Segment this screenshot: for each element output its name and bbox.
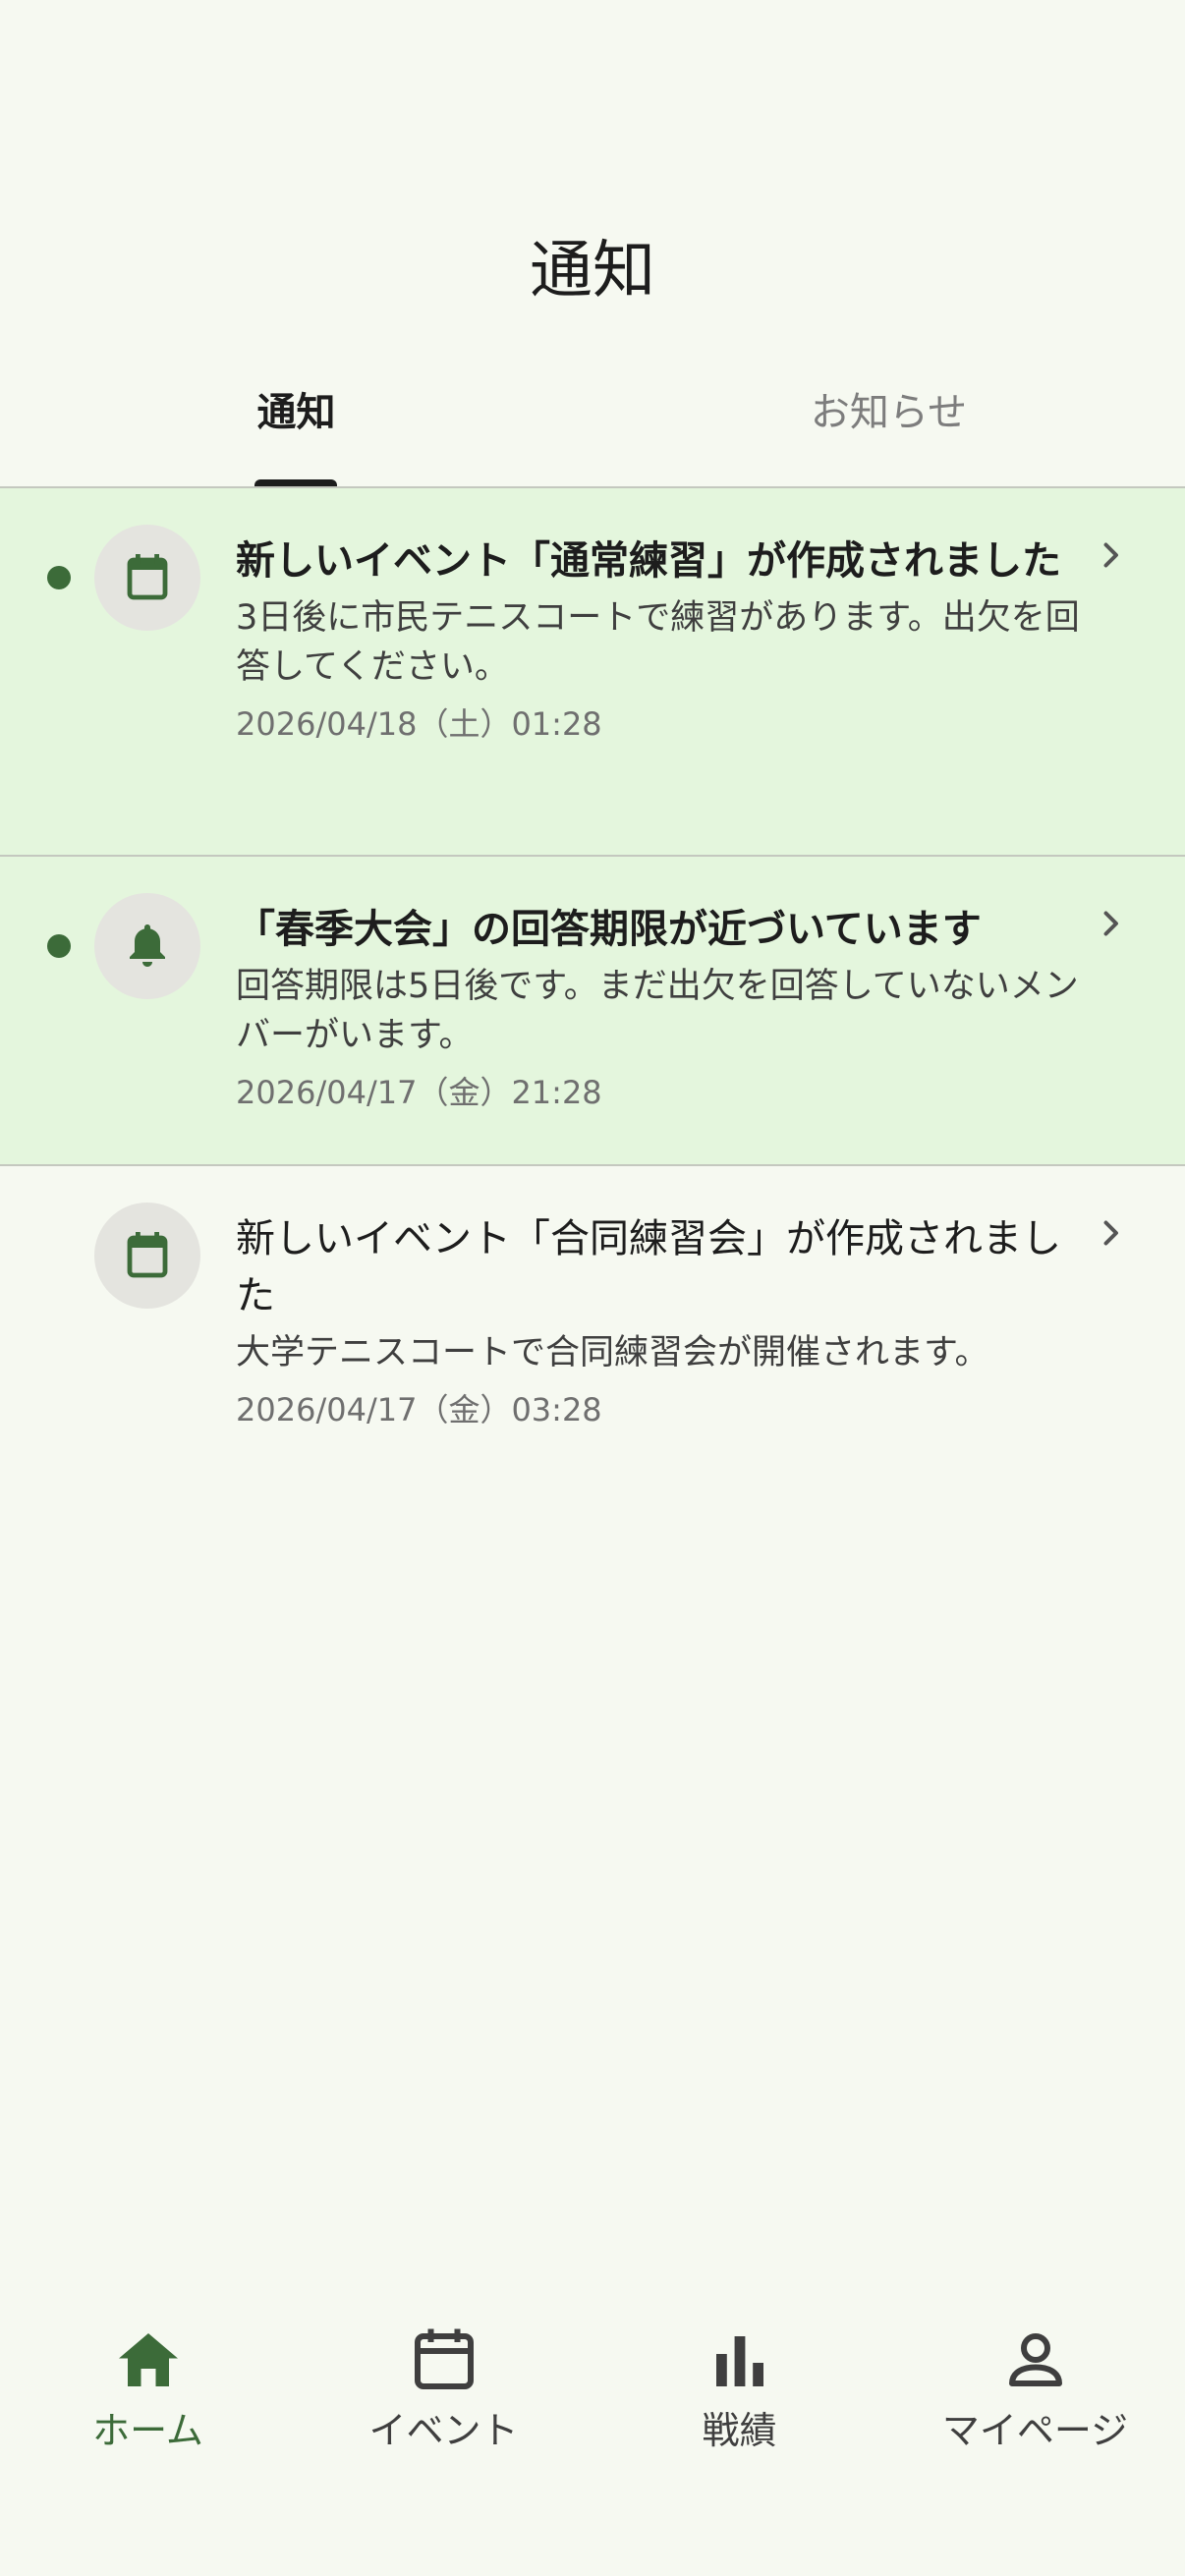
home-icon	[118, 2333, 178, 2386]
nav-stats[interactable]: 戦績	[592, 2324, 887, 2482]
tab-notifications[interactable]: 通知	[0, 364, 592, 487]
calendar-icon	[127, 554, 168, 600]
calendar-icon	[127, 1232, 168, 1278]
nav-mypage-label: マイページ	[941, 2409, 1129, 2452]
bar-chart-icon	[715, 2336, 763, 2386]
bell-icon	[130, 924, 165, 967]
nav-events[interactable]: イベント	[296, 2324, 592, 2482]
notification-body: 回答期限は5日後です。まだ出欠を回答していないメンバーがいます。	[236, 967, 1079, 1055]
notification-body: 大学テニスコートで合同練習会が開催されます。	[236, 1333, 989, 1372]
unread-dot	[47, 566, 71, 589]
notification-avatar	[94, 893, 200, 999]
nav-stats-label: 戦績	[702, 2409, 777, 2452]
chevron-right-icon	[1103, 542, 1118, 568]
notification-title: 新しいイベント「合同練習会」が作成されました	[236, 1216, 1061, 1318]
unread-dot	[47, 934, 71, 958]
nav-home-label: ホーム	[92, 2409, 203, 2452]
notification-date: 2026/04/18（土）01:28	[236, 705, 602, 743]
notification-avatar	[94, 525, 200, 631]
notification-avatar	[94, 1203, 200, 1309]
notification-date: 2026/04/17（金）21:28	[236, 1074, 602, 1111]
page-title: 通知	[530, 235, 655, 308]
tab-announcements-label: お知らせ	[810, 390, 968, 435]
tab-bar: 通知 お知らせ	[0, 364, 1185, 487]
bottom-navigation: ホーム イベント 戦績 マイページ	[0, 2269, 1185, 2576]
person-icon	[1008, 2333, 1062, 2386]
notification-title: 「春季大会」の回答期限が近づいています	[236, 907, 982, 952]
notification-item[interactable]: 新しいイベント「合同練習会」が作成されました 大学テニスコートで合同練習会が開催…	[0, 1166, 1185, 1461]
tab-notifications-label: 通知	[256, 390, 336, 435]
notification-item[interactable]: 「春季大会」の回答期限が近づいています 回答期限は5日後です。まだ出欠を回答して…	[0, 857, 1185, 1166]
nav-mypage[interactable]: マイページ	[887, 2324, 1183, 2482]
nav-events-label: イベント	[368, 2409, 519, 2452]
notification-date: 2026/04/17（金）03:28	[236, 1391, 602, 1428]
notification-body: 3日後に市民テニスコートで練習があります。出欠を回答してください。	[236, 598, 1080, 687]
tab-announcements[interactable]: お知らせ	[592, 364, 1185, 487]
chevron-right-icon	[1103, 1220, 1118, 1246]
notification-list: 新しいイベント「通常練習」が作成されました 3日後に市民テニスコートで練習があり…	[0, 488, 1185, 1461]
chevron-right-icon	[1103, 911, 1118, 936]
notification-title: 新しいイベント「通常練習」が作成されました	[236, 538, 1061, 584]
calendar-icon	[414, 2328, 474, 2389]
notification-item[interactable]: 新しいイベント「通常練習」が作成されました 3日後に市民テニスコートで練習があり…	[0, 488, 1185, 857]
nav-home[interactable]: ホーム	[0, 2324, 296, 2482]
